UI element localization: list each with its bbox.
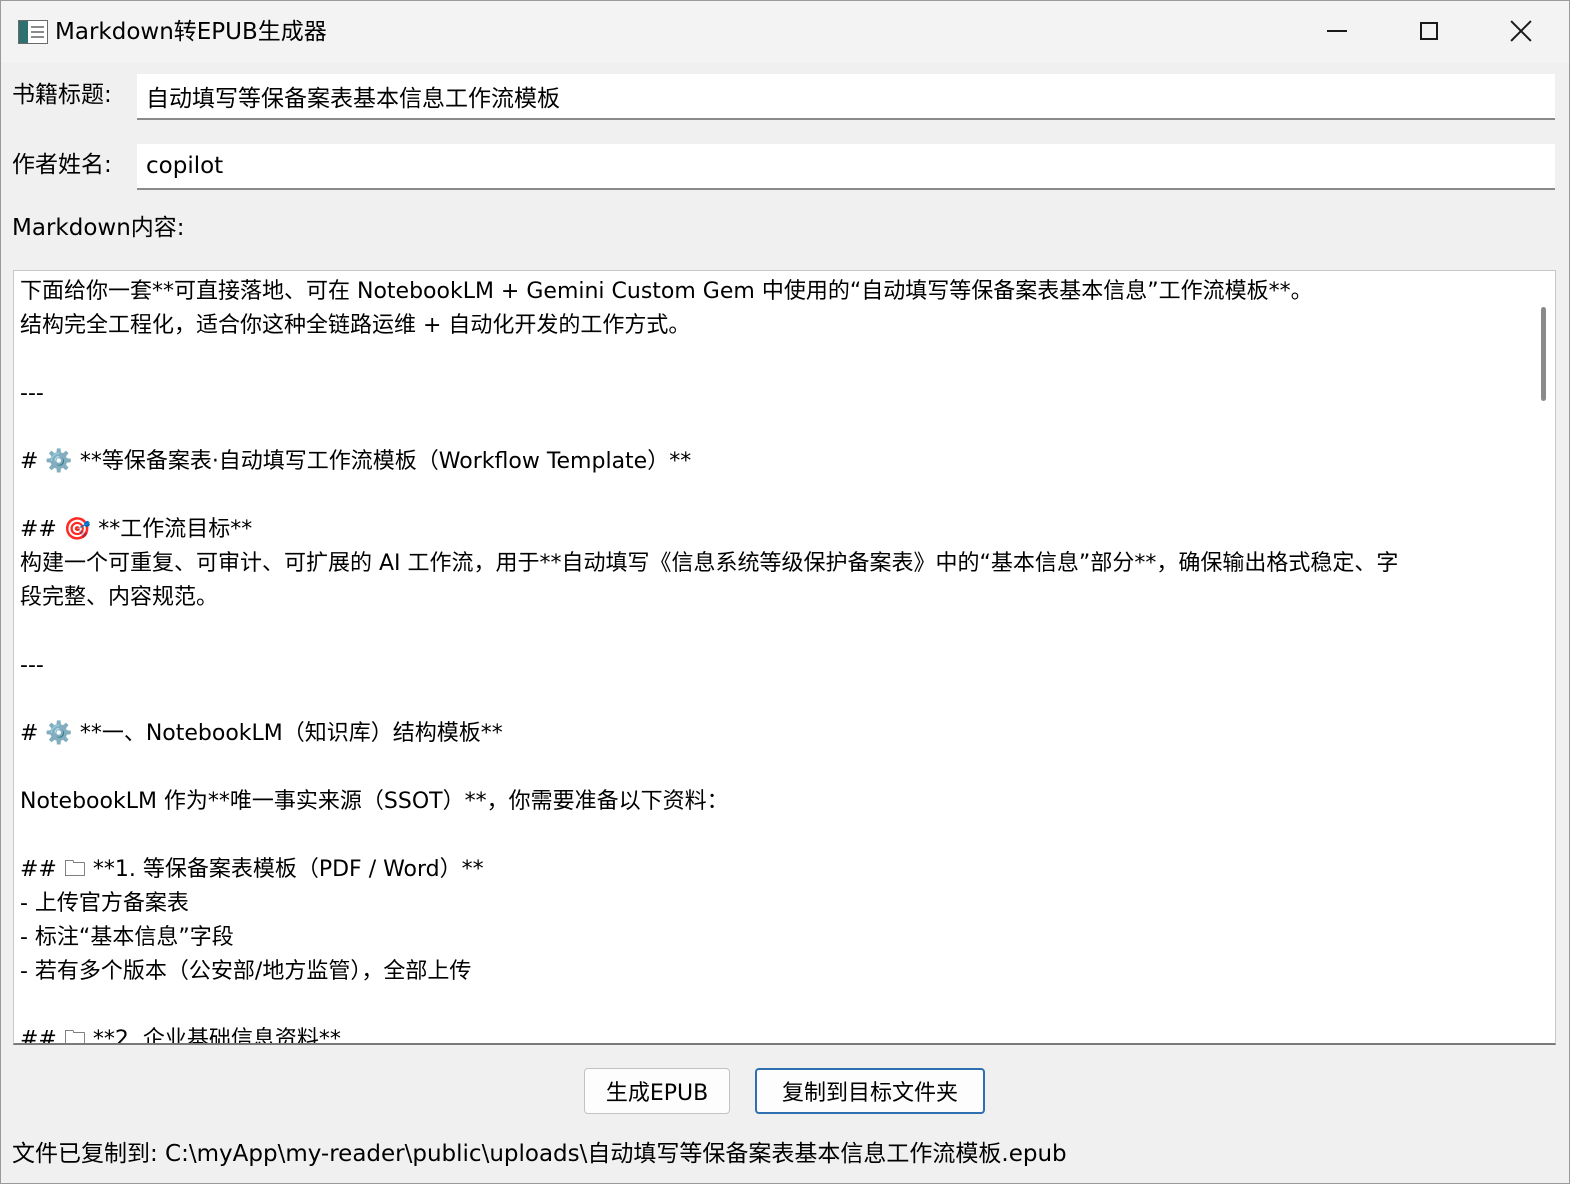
title-bar[interactable]: Markdown转EPUB生成器 bbox=[1, 1, 1569, 63]
editor-line: 下面给你一套**可直接落地、可在 NotebookLM + Gemini Cus… bbox=[20, 279, 1313, 304]
editor-line: # ⚙️ **一、NotebookLM（知识库）结构模板** bbox=[20, 721, 503, 746]
editor-line: - 若有多个版本（公安部/地方监管），全部上传 bbox=[20, 959, 472, 984]
editor-line: --- bbox=[20, 653, 44, 678]
generate-epub-button[interactable]: 生成EPUB bbox=[584, 1068, 730, 1114]
author-name-label: 作者姓名: bbox=[12, 152, 112, 178]
app-icon bbox=[18, 20, 48, 44]
editor-line: ## 🗀 **2. 企业基础信息资料** bbox=[20, 1027, 341, 1045]
editor-line: 段完整、内容规范。 bbox=[20, 585, 219, 610]
editor-line: ## 🗀 **1. 等保备案表模板（PDF / Word）** bbox=[20, 857, 484, 882]
vertical-scrollbar[interactable] bbox=[1521, 271, 1555, 1043]
markdown-text: 下面给你一套**可直接落地、可在 NotebookLM + Gemini Cus… bbox=[20, 275, 1520, 1045]
close-button[interactable] bbox=[1475, 1, 1567, 61]
editor-line: NotebookLM 作为**唯一事实来源（SSOT）**，你需要准备以下资料： bbox=[20, 789, 729, 814]
scrollbar-thumb[interactable] bbox=[1541, 307, 1546, 401]
status-text: 文件已复制到: C:\myApp\my-reader\public\upload… bbox=[12, 1141, 1067, 1167]
editor-line: ## 🎯 **工作流目标** bbox=[20, 517, 253, 542]
maximize-icon bbox=[1420, 22, 1438, 40]
copy-to-folder-button[interactable]: 复制到目标文件夹 bbox=[755, 1068, 985, 1114]
author-name-input[interactable] bbox=[137, 144, 1555, 190]
editor-line: - 标注“基本信息”字段 bbox=[20, 925, 234, 950]
window-title: Markdown转EPUB生成器 bbox=[55, 19, 327, 45]
markdown-content-label: Markdown内容: bbox=[12, 215, 185, 241]
editor-line: - 上传官方备案表 bbox=[20, 891, 189, 916]
close-icon bbox=[1509, 19, 1533, 43]
book-title-label: 书籍标题: bbox=[12, 82, 112, 108]
editor-line: --- bbox=[20, 381, 44, 406]
markdown-editor[interactable]: 下面给你一套**可直接落地、可在 NotebookLM + Gemini Cus… bbox=[13, 270, 1556, 1045]
editor-line: 结构完全工程化，适合你这种全链路运维 + 自动化开发的工作方式。 bbox=[20, 313, 691, 338]
editor-line: 构建一个可重复、可审计、可扩展的 AI 工作流，用于**自动填写《信息系统等级保… bbox=[20, 551, 1399, 576]
maximize-button[interactable] bbox=[1383, 1, 1475, 61]
minimize-button[interactable] bbox=[1291, 1, 1383, 61]
minimize-icon bbox=[1327, 30, 1347, 32]
editor-line: # ⚙️ **等保备案表·自动填写工作流模板（Workflow Template… bbox=[20, 449, 692, 474]
book-title-input[interactable] bbox=[137, 74, 1555, 120]
app-window: Markdown转EPUB生成器 书籍标题: 作者姓名: Markdown内容:… bbox=[0, 0, 1570, 1184]
